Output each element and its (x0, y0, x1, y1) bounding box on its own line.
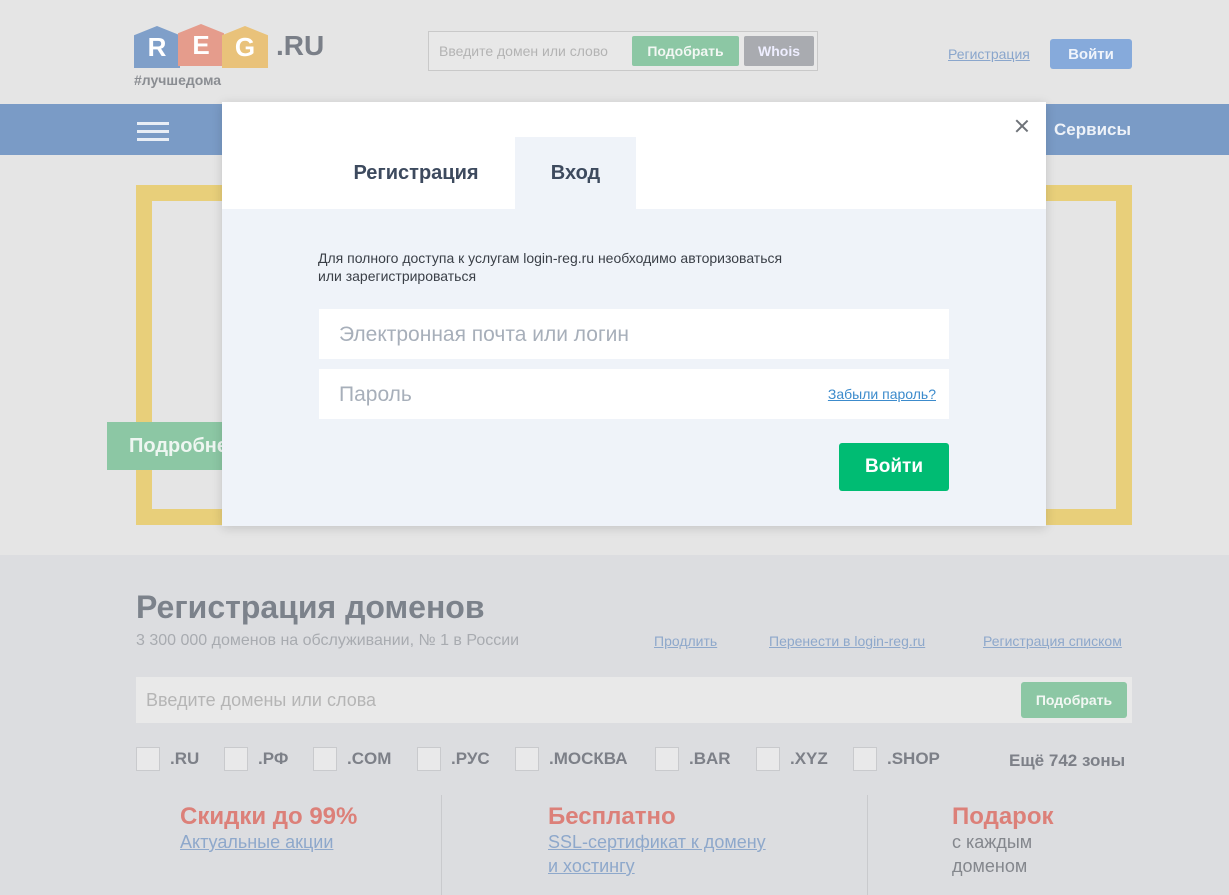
zone-label: .SHOP (887, 749, 940, 768)
zone-checkbox-moskva[interactable]: .МОСКВА (515, 747, 627, 771)
promo-gift-text-line2: доменом (952, 856, 1028, 876)
whois-button[interactable]: Whois (744, 36, 814, 66)
zone-checkbox-com[interactable]: .COM (313, 747, 391, 771)
domain-pick-button[interactable]: Подобрать (1021, 682, 1127, 718)
zone-checkbox-bar[interactable]: .BAR (655, 747, 731, 771)
promo-gift-title: Подарок (952, 803, 1054, 830)
logo-house-g: G (222, 26, 268, 68)
header-pick-button[interactable]: Подобрать (632, 36, 739, 66)
nav-services[interactable]: Сервисы (1054, 120, 1131, 140)
banner-more-button[interactable]: Подробнее (107, 422, 237, 470)
zone-label: .РУС (451, 749, 490, 768)
zone-label: .МОСКВА (549, 749, 628, 768)
tab-registration[interactable]: Регистрация (334, 137, 498, 209)
checkbox-icon[interactable] (136, 747, 160, 771)
site-header: R E G .RU #лучшедома Введите домен или с… (0, 0, 1229, 104)
logo-suffix: .RU (276, 30, 325, 61)
checkbox-icon[interactable] (313, 747, 337, 771)
zone-checkbox-ru[interactable]: .RU (136, 747, 199, 771)
auth-info-text: Для полного доступа к услугам login-reg.… (318, 249, 838, 285)
logo-house-e: E (178, 24, 224, 66)
bulk-register-link[interactable]: Регистрация списком (983, 633, 1122, 649)
menu-icon[interactable] (137, 122, 169, 142)
divider (441, 795, 442, 895)
header-domain-search: Введите домен или слово Подобрать Whois (428, 31, 818, 71)
auth-info-line2: или зарегистрироваться (318, 268, 477, 284)
section-title: Регистрация доменов (136, 589, 485, 625)
checkbox-icon[interactable] (655, 747, 679, 771)
login-submit-button[interactable]: Войти (839, 443, 949, 491)
zone-label: .COM (347, 749, 392, 768)
zone-label: .RU (170, 749, 200, 768)
zone-checkbox-xyz[interactable]: .XYZ (756, 747, 828, 771)
section-subtitle: 3 300 000 доменов на обслуживании, № 1 в… (136, 632, 520, 649)
divider (867, 795, 868, 895)
close-icon[interactable] (1012, 116, 1032, 136)
modal-tab-bar: Регистрация Вход (222, 102, 1046, 209)
auth-modal: Регистрация Вход Для полного доступа к у… (222, 102, 1046, 526)
zone-checkbox-rus[interactable]: .РУС (417, 747, 490, 771)
password-placeholder: Пароль (339, 383, 412, 406)
checkbox-icon[interactable] (515, 747, 539, 771)
promo-ssl-link-line2[interactable]: и хостингу (548, 856, 635, 877)
zone-label: .РФ (258, 749, 289, 768)
password-field[interactable]: Пароль Забыли пароль? (319, 369, 949, 419)
promo-gift-text: с каждым (952, 832, 1033, 852)
zone-label: .BAR (689, 749, 731, 768)
checkbox-icon[interactable] (853, 747, 877, 771)
email-placeholder: Электронная почта или логин (339, 323, 629, 346)
domain-registration-section: Регистрация доменов 3 300 000 доменов на… (0, 555, 1229, 895)
auth-info-line1: Для полного доступа к услугам login-reg.… (318, 250, 783, 266)
forgot-password-link[interactable]: Забыли пароль? (828, 386, 936, 402)
promo-free-title: Бесплатно (548, 803, 676, 830)
domain-search-input[interactable]: Введите домены или слова (146, 690, 376, 711)
domain-search: Введите домены или слова Подобрать (136, 677, 1132, 723)
more-zones-link[interactable]: Ещё 742 зоны (1009, 751, 1125, 771)
transfer-link[interactable]: Перенести в login-reg.ru (769, 633, 925, 649)
checkbox-icon[interactable] (756, 747, 780, 771)
checkbox-icon[interactable] (417, 747, 441, 771)
logo-house-r: R (134, 26, 180, 68)
header-register-link[interactable]: Регистрация (948, 46, 1030, 62)
checkbox-icon[interactable] (224, 747, 248, 771)
header-login-button[interactable]: Войти (1050, 39, 1132, 69)
zone-checkbox-rf[interactable]: .РФ (224, 747, 288, 771)
site-logo[interactable]: R E G .RU #лучшедома (134, 22, 334, 92)
email-field[interactable]: Электронная почта или логин (319, 309, 949, 359)
header-search-input[interactable]: Введите домен или слово (439, 43, 608, 59)
logo-tagline: #лучшедома (134, 72, 222, 88)
zone-checkbox-shop[interactable]: .SHOP (853, 747, 940, 771)
renew-link[interactable]: Продлить (654, 633, 717, 649)
zone-label: .XYZ (790, 749, 828, 768)
promo-discount-link[interactable]: Актуальные акции (180, 832, 333, 853)
tab-login[interactable]: Вход (515, 137, 636, 209)
promo-discount-title: Скидки до 99% (180, 803, 358, 830)
promo-ssl-link[interactable]: SSL-сертификат к домену (548, 832, 766, 853)
